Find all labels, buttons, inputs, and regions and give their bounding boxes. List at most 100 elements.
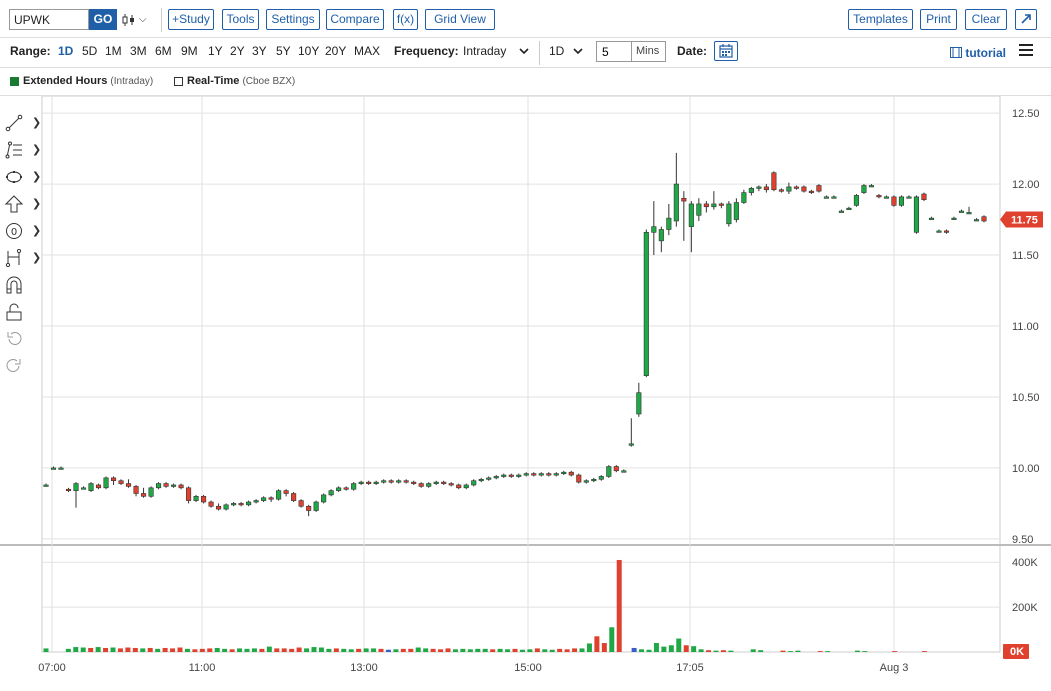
volume-bar [311,647,317,652]
settings-button[interactable]: Settings [266,9,320,30]
candle-body [921,193,927,200]
volume-bar [274,648,280,652]
candle-body [80,487,87,490]
candle-body [546,473,552,476]
symbol-input[interactable] [9,9,89,30]
chevron-down-icon[interactable] [573,48,583,56]
function-button[interactable]: f(x) [393,9,418,30]
range-1d[interactable]: 1D [58,44,73,58]
range-3y[interactable]: 3Y [252,44,267,58]
clear-button[interactable]: Clear [965,9,1007,30]
range-1m[interactable]: 1M [105,44,122,58]
volume-bar [572,648,578,652]
volume-bar [795,650,801,652]
volume-bar [132,647,138,652]
chevron-down-icon[interactable] [519,48,529,56]
volume-bar [467,649,473,652]
hamburger-menu-icon[interactable] [1019,44,1033,58]
tutorial-link[interactable]: tutorial [950,46,1006,60]
candle-body [943,230,950,233]
volume-bar [609,627,615,652]
range-10y[interactable]: 10Y [298,44,319,58]
range-20y[interactable]: 20Y [325,44,346,58]
volume-bar [534,648,540,652]
volume-bar [356,648,362,652]
candle-body [276,490,282,500]
volume-bar [318,647,324,652]
grid-view-button[interactable]: Grid View [425,9,495,30]
chart-type-button[interactable]: ⌵ [122,10,152,30]
candle [816,184,822,193]
last-price-tag: 11.75 [1000,211,1043,228]
candlestick-icon [122,14,134,26]
candle-body [125,483,132,487]
range-5d[interactable]: 5D [82,44,97,58]
range-9m[interactable]: 9M [181,44,198,58]
time-tick-label: Aug 3 [880,662,909,674]
candle-body [801,186,807,192]
extended-hours-checkbox[interactable] [10,77,19,86]
interval-select[interactable]: 1D [549,44,564,58]
candle-body [231,503,237,506]
range-1y[interactable]: 1Y [208,44,223,58]
range-5y[interactable]: 5Y [276,44,291,58]
print-button[interactable]: Print [920,9,957,30]
range-label: Range: [10,44,51,58]
expand-button[interactable] [1015,9,1037,30]
go-button[interactable]: GO [89,9,117,30]
range-max[interactable]: MAX [354,44,380,58]
time-tick-label: 13:00 [350,662,378,674]
candle-body [65,488,72,492]
volume-bar [631,647,637,652]
volume-bar [162,647,168,652]
compare-button[interactable]: Compare [326,9,384,30]
price-chart[interactable]: 12.50 12.00 11.50 11.00 10.50 10.00 9.50 400K 2… [0,96,1051,691]
candle-body [246,501,252,506]
candle [921,192,927,202]
candle-body [171,484,177,487]
volume-bar [787,651,793,652]
range-2y[interactable]: 2Y [230,44,245,58]
volume-bar [65,648,71,652]
templates-button[interactable]: Templates [848,9,913,30]
frequency-select[interactable]: Intraday [463,44,506,58]
candle-body [958,210,965,213]
candle-body [366,481,372,484]
candle-body [103,477,109,489]
real-time-checkbox[interactable] [174,77,183,86]
candle-body [621,470,627,473]
candle-body [598,476,604,480]
volume-bar [512,648,518,652]
volume-bar [304,648,310,652]
volume-bar [639,649,645,652]
calendar-button[interactable] [714,41,738,61]
candle-body [778,189,784,192]
volume-bar [184,648,190,652]
candle-body [538,473,544,476]
volume-bar [140,648,146,652]
volume-bar [586,643,592,652]
candle-body [186,487,192,501]
candle-body [298,500,304,507]
candle-body [418,483,424,487]
candle-body [861,185,867,193]
candle [861,184,867,194]
candle-body [388,480,394,483]
candle-body [223,504,229,510]
tools-button[interactable]: Tools [222,9,259,30]
volume-bar [244,648,250,652]
add-study-button[interactable]: +Study [168,9,214,30]
volume-bar [817,651,823,652]
volume-bar [579,648,585,652]
range-6m[interactable]: 6M [155,44,172,58]
candle-body [658,229,664,242]
volume-bar [170,648,176,652]
volume-bar [214,647,220,652]
candle-body [433,481,439,484]
minutes-input[interactable] [596,41,632,62]
candle [298,499,304,508]
candle [313,500,319,512]
range-3m[interactable]: 3M [130,44,147,58]
calendar-icon [719,44,733,58]
volume-bar [490,649,496,652]
